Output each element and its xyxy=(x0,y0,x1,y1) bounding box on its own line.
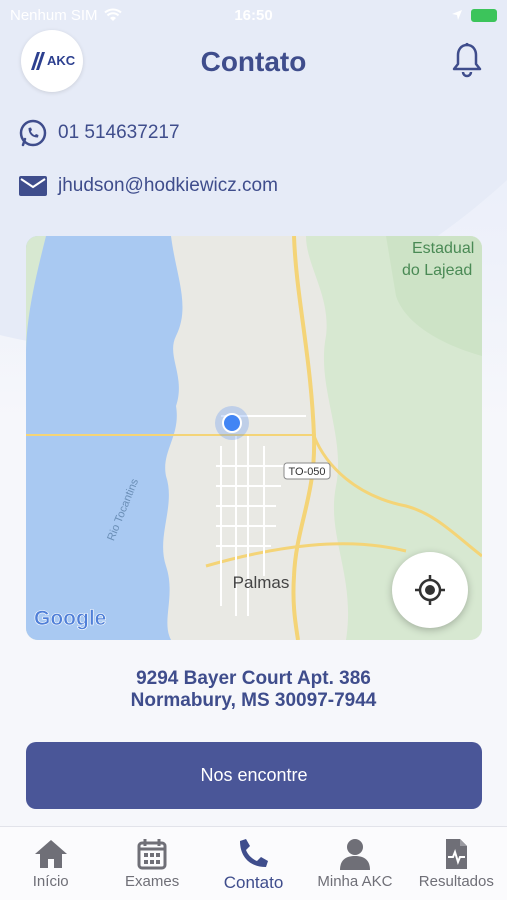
tab-inicio[interactable]: Início xyxy=(0,827,101,900)
person-icon xyxy=(339,839,370,870)
find-us-button[interactable]: Nos encontre xyxy=(26,742,482,809)
phone-number[interactable]: 01 514637217 xyxy=(58,122,180,144)
status-bar: Nenhum SIM 16:50 xyxy=(0,0,507,30)
crosshair-icon xyxy=(415,575,445,605)
phone-row[interactable]: 01 514637217 xyxy=(18,118,180,148)
battery-icon xyxy=(471,8,497,22)
status-time: 16:50 xyxy=(234,6,273,24)
tab-label: Resultados xyxy=(418,873,494,890)
google-logo: Google xyxy=(34,607,106,630)
tab-minha-akc[interactable]: Minha AKC xyxy=(304,827,405,900)
map-park-label-2: do Lajead xyxy=(402,262,472,279)
email-address[interactable]: jhudson@hodkiewicz.com xyxy=(58,175,278,197)
map-road-label: TO-050 xyxy=(288,466,325,478)
address-line-2: Normabury, MS 30097-7944 xyxy=(130,690,377,711)
map-city-label: Palmas xyxy=(233,573,290,592)
results-icon xyxy=(446,839,468,869)
tab-bar: Início Exames Contato Minha AKC Resultad… xyxy=(0,826,507,900)
current-location-dot xyxy=(222,413,242,433)
address-line-1: 9294 Bayer Court Apt. 386 xyxy=(136,668,371,689)
page-title: Contato xyxy=(200,46,307,77)
whatsapp-icon xyxy=(19,119,47,147)
my-location-button[interactable] xyxy=(392,552,468,628)
address-block: 9294 Bayer Court Apt. 386 Normabury, MS … xyxy=(0,668,507,712)
tab-exames[interactable]: Exames xyxy=(101,827,202,900)
calendar-icon xyxy=(137,839,167,870)
header: AKC Contato xyxy=(0,30,507,100)
tab-contato[interactable]: Contato xyxy=(203,827,304,900)
tab-resultados[interactable]: Resultados xyxy=(406,827,507,900)
tab-label: Início xyxy=(32,873,69,890)
map-view[interactable]: TO-050 Rio Tocantins Estadual do Lajead … xyxy=(26,236,482,640)
phone-icon xyxy=(239,839,268,867)
tab-label: Minha AKC xyxy=(317,873,393,890)
envelope-icon xyxy=(19,176,47,196)
tab-label: Contato xyxy=(223,873,284,892)
tab-label: Exames xyxy=(125,873,180,890)
home-icon xyxy=(34,840,67,868)
email-row[interactable]: jhudson@hodkiewicz.com xyxy=(18,174,278,198)
map-park-label-1: Estadual xyxy=(412,240,474,257)
bell-icon[interactable] xyxy=(450,42,484,78)
